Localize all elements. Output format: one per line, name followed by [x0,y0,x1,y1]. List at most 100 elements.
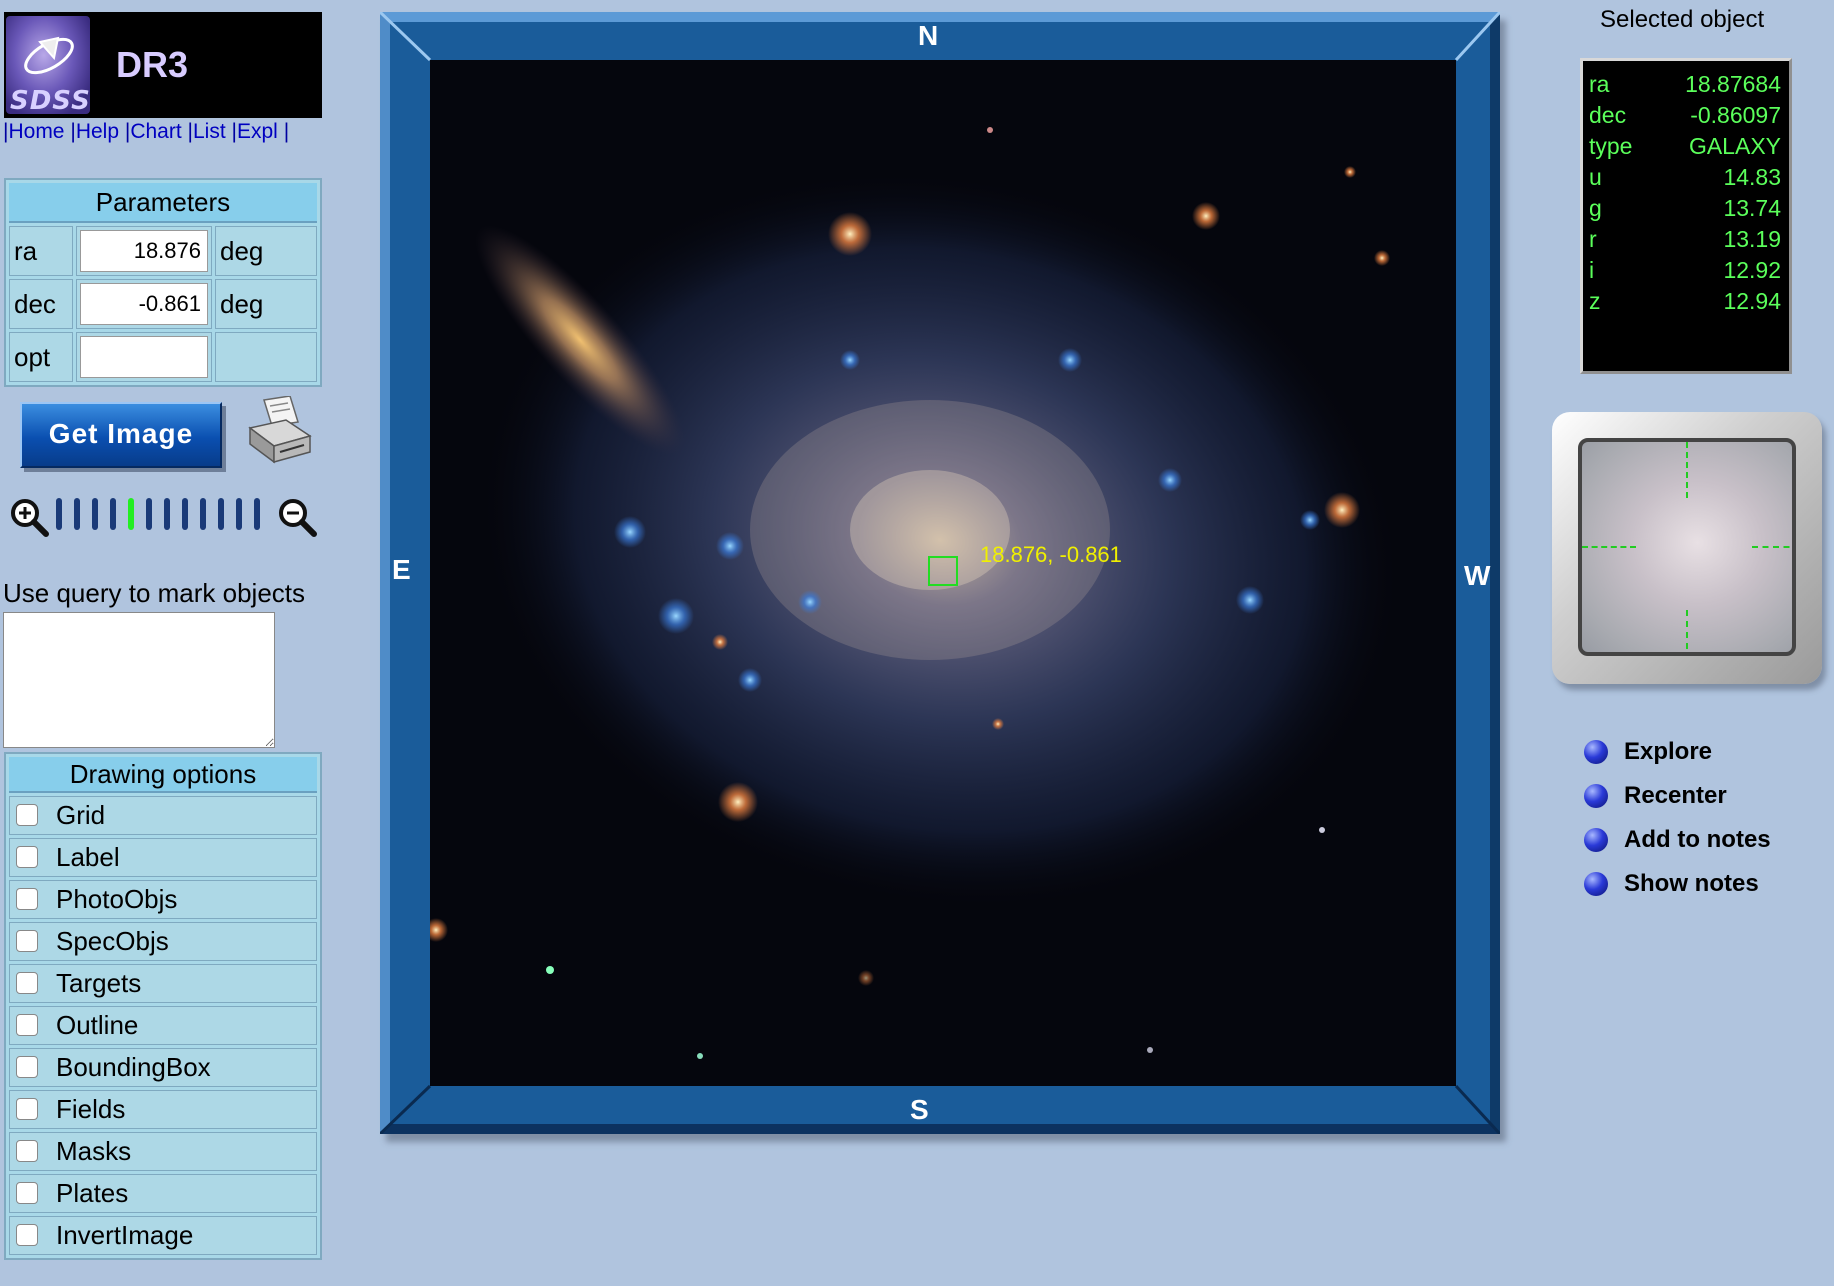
compass-west: W [1464,560,1491,591]
object-thumbnail[interactable] [1578,438,1796,656]
release-label: DR3 [116,44,189,85]
info-value: 13.74 [1723,195,1781,221]
option-label: Grid [56,800,106,830]
get-image-button[interactable]: Get Image [20,402,222,468]
zoom-bar [6,494,318,538]
checkbox[interactable] [16,1098,38,1121]
checkbox[interactable] [16,930,38,953]
checkbox[interactable] [16,1140,38,1163]
zoom-step[interactable] [56,498,62,530]
add-to-notes-button[interactable]: Add to notes [1584,818,1771,862]
zoom-step[interactable] [218,498,224,530]
option-masks[interactable]: Masks [9,1132,317,1171]
drawing-options-title: Drawing options [9,757,317,793]
checkbox[interactable] [16,972,38,995]
sky-image[interactable]: 18.876, -0.861 [430,60,1456,1086]
dec-input[interactable] [80,283,208,325]
info-row-ra: ra 18.87684 [1589,71,1781,102]
info-key: dec [1589,102,1627,128]
compass-north: N [918,20,939,51]
option-label: Outline [56,1010,139,1040]
option-specobjs[interactable]: SpecObjs [9,922,317,961]
zoom-out-icon[interactable] [276,496,318,538]
info-row-g: g 13.74 [1589,195,1781,226]
checkbox[interactable] [16,1056,38,1079]
bullet-icon [1584,784,1608,808]
param-unit [215,332,317,382]
compass-east: E [392,554,411,585]
info-row-r: r 13.19 [1589,226,1781,257]
option-boundingbox[interactable]: BoundingBox [9,1048,317,1087]
option-outline[interactable]: Outline [9,1006,317,1045]
zoom-step[interactable] [74,498,80,530]
action-label: Explore [1624,738,1713,765]
sdss-wordmark: SDSS [10,86,91,116]
option-label: Plates [56,1178,129,1208]
parameters-panel: Parameters ra deg dec deg opt [4,178,322,387]
checkbox[interactable] [16,1014,38,1037]
info-value: 14.83 [1723,164,1781,190]
info-value: 12.92 [1723,257,1781,283]
object-actions: Explore Recenter Add to notes Show notes [1584,730,1771,906]
query-label: Use query to mark objects [3,578,306,608]
option-fields[interactable]: Fields [9,1090,317,1129]
checkbox[interactable] [16,804,38,827]
checkbox[interactable] [16,1224,38,1247]
info-key: u [1589,164,1602,190]
sky-image-frame: N S E W 18.876, -0.861 [380,12,1500,1134]
param-row-ra: ra deg [9,226,317,276]
zoom-step[interactable] [254,498,260,530]
nav-help-link[interactable]: Help [76,120,119,143]
crosshair-line [1686,442,1688,498]
recenter-button[interactable]: Recenter [1584,774,1771,818]
query-textarea[interactable] [3,612,275,748]
nav-explore-link[interactable]: Expl [237,120,278,143]
show-notes-button[interactable]: Show notes [1584,862,1771,906]
parameters-title: Parameters [9,183,317,223]
info-row-z: z 12.94 [1589,288,1781,319]
option-targets[interactable]: Targets [9,964,317,1003]
option-grid[interactable]: Grid [9,796,317,835]
option-label: Targets [56,968,142,998]
nav-chart-link[interactable]: Chart [130,120,181,143]
info-row-u: u 14.83 [1589,164,1781,195]
explore-button[interactable]: Explore [1584,730,1771,774]
option-label: Masks [56,1136,132,1166]
compass-south: S [910,1094,929,1125]
zoom-step[interactable] [164,498,170,530]
param-label: opt [9,332,73,382]
sdss-logo[interactable]: SDSS DR3 [4,12,322,118]
crosshair-line [1752,546,1792,548]
nav-home-link[interactable]: Home [8,120,64,143]
action-label: Show notes [1624,870,1759,897]
crosshair-line [1582,546,1636,548]
info-row-i: i 12.92 [1589,257,1781,288]
zoom-in-icon[interactable] [8,496,50,538]
zoom-step[interactable] [200,498,206,530]
zoom-step[interactable] [110,498,116,530]
info-key: z [1589,288,1601,314]
printer-icon[interactable] [246,395,314,473]
bullet-icon [1584,872,1608,896]
option-plates[interactable]: Plates [9,1174,317,1213]
zoom-step[interactable] [92,498,98,530]
checkbox[interactable] [16,1182,38,1205]
checkbox[interactable] [16,888,38,911]
zoom-step[interactable] [146,498,152,530]
drawing-options-panel: Drawing options Grid Label PhotoObjs Spe… [4,752,322,1260]
info-key: g [1589,195,1602,221]
option-invertimage[interactable]: InvertImage [9,1216,317,1255]
info-value: 12.94 [1723,288,1781,314]
zoom-step[interactable] [236,498,242,530]
checkbox[interactable] [16,846,38,869]
zoom-step[interactable] [182,498,188,530]
option-label: Fields [56,1094,126,1124]
zoom-step[interactable] [128,498,134,530]
nav-list-link[interactable]: List [193,120,226,143]
info-value: 13.19 [1723,226,1781,252]
option-label-toggle[interactable]: Label [9,838,317,877]
ra-input[interactable] [80,230,208,272]
option-photoobjs[interactable]: PhotoObjs [9,880,317,919]
info-value: 18.87684 [1685,71,1781,97]
opt-input[interactable] [80,336,208,378]
